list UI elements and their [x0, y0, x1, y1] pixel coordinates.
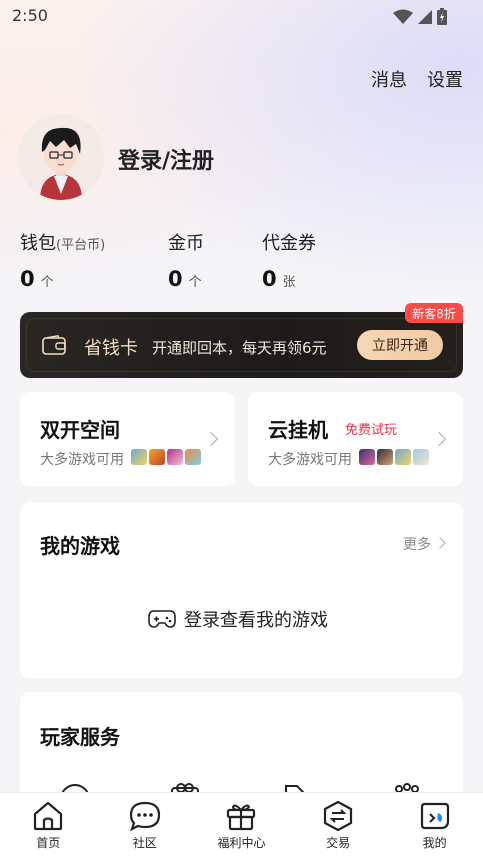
gamepad-icon [148, 610, 176, 628]
game-thumb-icon [377, 449, 393, 465]
header-links: 消息 设置 [371, 66, 463, 92]
dual-space-game-icons [131, 449, 201, 465]
wallet-gold-coin[interactable]: 金币 0个 [168, 229, 204, 291]
game-thumb-icon [131, 449, 147, 465]
game-thumb-icon [359, 449, 375, 465]
game-thumb-icon [185, 449, 201, 465]
chevron-right-icon [203, 431, 219, 447]
tab-home-label: 首页 [36, 836, 61, 850]
game-thumb-icon [149, 449, 165, 465]
my-games-card: 我的游戏 更多 登录查看我的游戏 [20, 502, 463, 678]
service-item-icon[interactable] [170, 782, 200, 792]
tab-mine[interactable]: 我的 [386, 793, 483, 859]
battery-icon [437, 8, 447, 25]
wallet-label: 钱包(平台币) [20, 233, 106, 254]
my-games-more-link[interactable]: 更多 [403, 534, 431, 554]
game-thumb-icon [167, 449, 183, 465]
my-games-title: 我的游戏 [40, 534, 120, 558]
player-services-title: 玩家服务 [40, 725, 120, 749]
wallet-icon [42, 335, 66, 355]
tab-trade-label: 交易 [326, 836, 351, 850]
gold-coin-label: 金币 [168, 233, 204, 254]
tab-welfare-center-label: 福利中心 [217, 836, 266, 850]
avatar-illustration-icon [18, 114, 104, 200]
save-card-title: 省钱卡 [84, 338, 138, 359]
gift-icon [227, 804, 256, 831]
tab-community[interactable]: 社区 [97, 793, 194, 859]
cloud-hang-card[interactable]: 云挂机 免费试玩 大多游戏可用 [248, 392, 463, 486]
wifi-icon [393, 9, 413, 24]
settings-link[interactable]: 设置 [427, 66, 463, 92]
cloud-hang-game-icons [359, 449, 429, 465]
cloud-hang-title: 云挂机 [268, 418, 328, 442]
login-register-link[interactable]: 登录/注册 [118, 143, 214, 175]
chevron-right-icon [434, 537, 446, 549]
service-item-icon[interactable] [60, 782, 90, 792]
avatar[interactable] [18, 114, 104, 200]
game-thumb-icon [395, 449, 411, 465]
save-card-desc: 开通即回本，每天再领6元 [152, 339, 327, 357]
tab-home[interactable]: 首页 [0, 793, 97, 859]
profile-icon [420, 802, 449, 830]
dual-space-title: 双开空间 [40, 418, 120, 442]
chevron-right-icon [431, 431, 447, 447]
service-item-icon[interactable] [283, 782, 313, 792]
cloud-hang-sub: 大多游戏可用 [268, 452, 352, 468]
status-icons [393, 8, 447, 25]
tab-mine-label: 我的 [422, 836, 447, 850]
signal-icon [418, 9, 432, 24]
voucher-label: 代金券 [262, 233, 316, 254]
wallet-value: 0个 [20, 267, 54, 291]
tab-welfare-center[interactable]: 福利中心 [193, 793, 290, 859]
bottom-tab-bar: 首页 社区 福利中心 交易 我的 [0, 792, 483, 859]
tab-trade[interactable]: 交易 [290, 793, 387, 859]
status-time: 2:50 [12, 6, 48, 25]
save-money-card[interactable]: 省钱卡 开通即回本，每天再领6元 立即开通 [20, 312, 463, 378]
home-icon [34, 801, 63, 831]
status-bar: 2:50 [0, 0, 483, 32]
login-view-games-label: 登录查看我的游戏 [184, 610, 328, 631]
voucher-value: 0张 [262, 267, 296, 291]
exchange-icon [323, 801, 353, 831]
messages-link[interactable]: 消息 [371, 66, 407, 92]
dual-space-sub: 大多游戏可用 [40, 452, 124, 468]
wallet-platform-coin[interactable]: 钱包(平台币) 0个 [20, 229, 105, 291]
dual-space-card[interactable]: 双开空间 大多游戏可用 [20, 392, 235, 486]
service-item-icon[interactable] [392, 782, 422, 792]
login-view-games-link[interactable]: 登录查看我的游戏 [148, 606, 328, 632]
game-thumb-icon [413, 449, 429, 465]
new-user-discount-badge: 新客8折 [405, 303, 463, 323]
tab-community-label: 社区 [132, 836, 157, 850]
free-trial-tag: 免费试玩 [345, 423, 398, 438]
chat-icon [129, 801, 160, 831]
gold-coin-value: 0个 [168, 267, 202, 291]
activate-now-button[interactable]: 立即开通 [357, 330, 443, 360]
wallet-voucher[interactable]: 代金券 0张 [262, 229, 316, 291]
